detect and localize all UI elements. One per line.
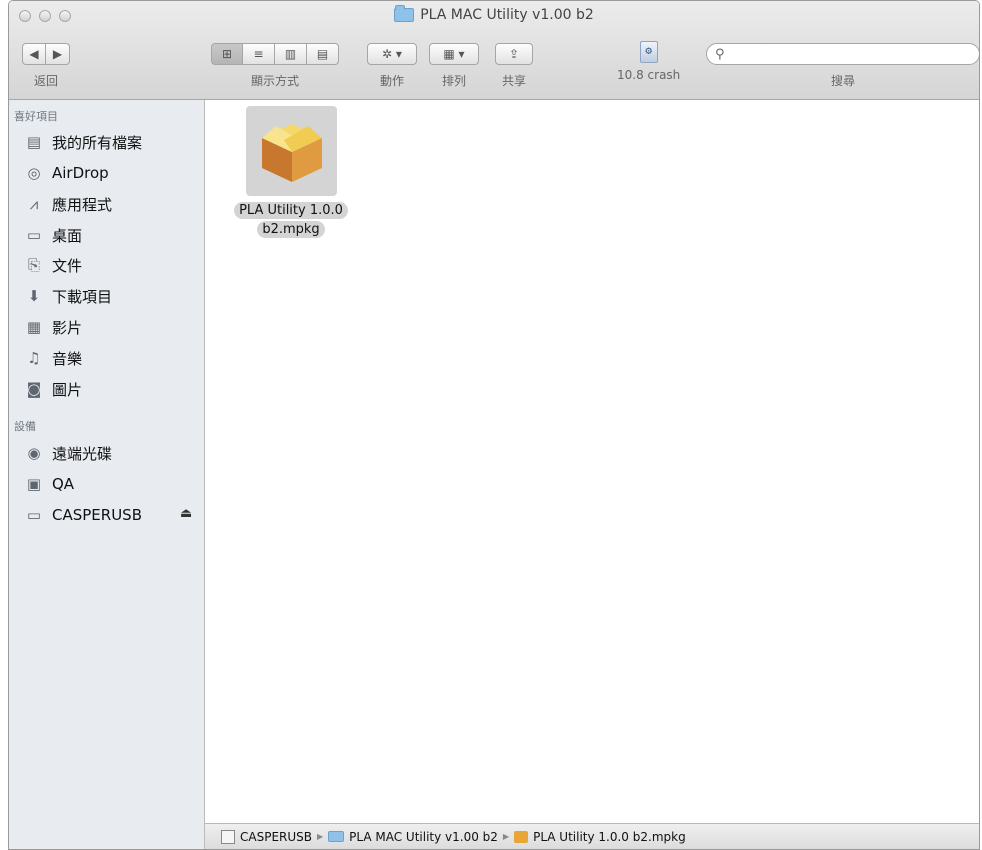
sidebar-item-movies[interactable]: ▦ 影片 (24, 314, 82, 340)
airdrop-icon: ◎ (27, 164, 41, 182)
list-view-button[interactable]: ≡ (243, 43, 275, 65)
package-icon (261, 124, 322, 182)
arrange-icon: ▦ ▾ (443, 47, 465, 61)
sidebar-item-pictures[interactable]: ◙ 圖片 (24, 376, 82, 402)
documents-icon: ⎘ (27, 256, 40, 274)
search-label: 搜尋 (830, 74, 855, 88)
package-icon (514, 830, 529, 843)
sidebar-item-casperusb[interactable]: ▭ CASPERUSB (24, 502, 142, 528)
finder-window: PLA MAC Utility v1.00 b2 ◀ ▶ 返回 ⊞ ≡ ▥ ▤ … (8, 0, 980, 850)
action-label: 動作 (379, 74, 404, 88)
back-label: 返回 (33, 74, 58, 88)
nav-group: ◀ ▶ 返回 (22, 43, 70, 89)
file-name-label[interactable]: PLA Utility 1.0.0 b2.mpkg (221, 201, 361, 239)
column-view-button[interactable]: ▥ (275, 43, 307, 65)
file-item-pla-utility[interactable] (246, 106, 337, 196)
folder-icon (328, 831, 345, 842)
sidebar-item-qa[interactable]: ▣ QA (24, 471, 74, 497)
crash-file-icon: ⚙ (639, 41, 658, 63)
action-button[interactable]: ✲ ▾ (367, 43, 417, 65)
sidebar-item-desktop[interactable]: ▭ 桌面 (24, 222, 82, 248)
title-bar: PLA MAC Utility v1.00 b2 ◀ ▶ 返回 ⊞ ≡ ▥ ▤ … (9, 1, 979, 100)
crash-shortcut[interactable]: ⚙ 10.8 crash (617, 41, 680, 82)
view-label: 顯示方式 (250, 74, 299, 88)
coverflow-view-button[interactable]: ▤ (307, 43, 339, 65)
movies-icon: ▦ (26, 318, 42, 336)
column-view-icon: ▥ (284, 47, 297, 61)
sidebar-item-downloads[interactable]: ⬇ 下載項目 (24, 283, 112, 309)
path-item-casperusb[interactable]: CASPERUSB (240, 830, 312, 844)
coverflow-icon: ▤ (316, 47, 329, 61)
sidebar-item-all-files[interactable]: ▤ 我的所有檔案 (24, 129, 142, 155)
path-separator-icon: ▶ (502, 832, 510, 841)
drive-icon (221, 829, 235, 844)
share-icon: ⇪ (508, 47, 520, 61)
share-button[interactable]: ⇪ (495, 43, 533, 65)
eject-icon[interactable]: ⏏ (180, 506, 192, 521)
hard-drive-icon: ▣ (26, 475, 42, 493)
list-view-icon: ≡ (253, 47, 264, 61)
folder-icon (394, 5, 415, 22)
sidebar-item-airdrop[interactable]: ◎ AirDrop (24, 160, 108, 186)
icon-view-icon: ⊞ (221, 47, 233, 61)
search-group: ⚲ 搜尋 (706, 43, 979, 89)
path-separator-icon: ▶ (317, 832, 324, 841)
downloads-icon: ⬇ (27, 287, 41, 305)
share-group: ⇪ 共享 (495, 43, 533, 89)
sidebar: 喜好項目 ▤ 我的所有檔案 ◎ AirDrop ⩘ 應用程式 ▭ 桌面 ⎘ 文件… (9, 100, 205, 849)
crash-label: 10.8 crash (617, 68, 681, 82)
view-group: ⊞ ≡ ▥ ▤ 顯示方式 (211, 43, 339, 89)
desktop-icon: ▭ (26, 226, 42, 244)
all-files-icon: ▤ (26, 133, 42, 151)
arrange-label: 排列 (441, 74, 466, 88)
applications-icon: ⩘ (29, 195, 39, 213)
share-label: 共享 (501, 74, 526, 88)
action-group: ✲ ▾ 動作 (367, 43, 417, 89)
search-icon: ⚲ (715, 46, 725, 62)
favorites-header: 喜好項目 (14, 110, 58, 123)
arrange-button[interactable]: ▦ ▾ (429, 43, 479, 65)
path-item-package[interactable]: PLA Utility 1.0.0 b2.mpkg (533, 830, 686, 844)
back-button[interactable]: ◀ (22, 43, 46, 65)
gear-icon: ✲ ▾ (382, 47, 402, 61)
sidebar-item-applications[interactable]: ⩘ 應用程式 (24, 191, 112, 217)
music-icon: ♫ (27, 349, 41, 367)
search-input[interactable] (728, 46, 963, 62)
window-title: PLA MAC Utility v1.00 b2 (9, 5, 979, 23)
path-bar: CASPERUSB ▶ PLA MAC Utility v1.00 b2 ▶ P… (205, 823, 979, 849)
forward-arrow-icon: ▶ (52, 47, 63, 61)
back-arrow-icon: ◀ (29, 47, 39, 61)
icon-view-button[interactable]: ⊞ (211, 43, 243, 65)
pictures-icon: ◙ (26, 380, 42, 398)
devices-header: 設備 (14, 420, 36, 433)
search-field[interactable]: ⚲ (706, 43, 979, 65)
sidebar-item-remote-disc[interactable]: ◉ 遠端光碟 (24, 440, 112, 466)
sidebar-item-music[interactable]: ♫ 音樂 (24, 345, 82, 371)
path-item-folder[interactable]: PLA MAC Utility v1.00 b2 (349, 830, 498, 844)
arrange-group: ▦ ▾ 排列 (429, 43, 479, 89)
sidebar-item-documents[interactable]: ⎘ 文件 (24, 252, 82, 278)
usb-drive-icon: ▭ (26, 506, 42, 524)
forward-button[interactable]: ▶ (46, 43, 70, 65)
remote-disc-icon: ◉ (27, 444, 41, 462)
file-browser: PLA Utility 1.0.0 b2.mpkg (205, 100, 979, 823)
